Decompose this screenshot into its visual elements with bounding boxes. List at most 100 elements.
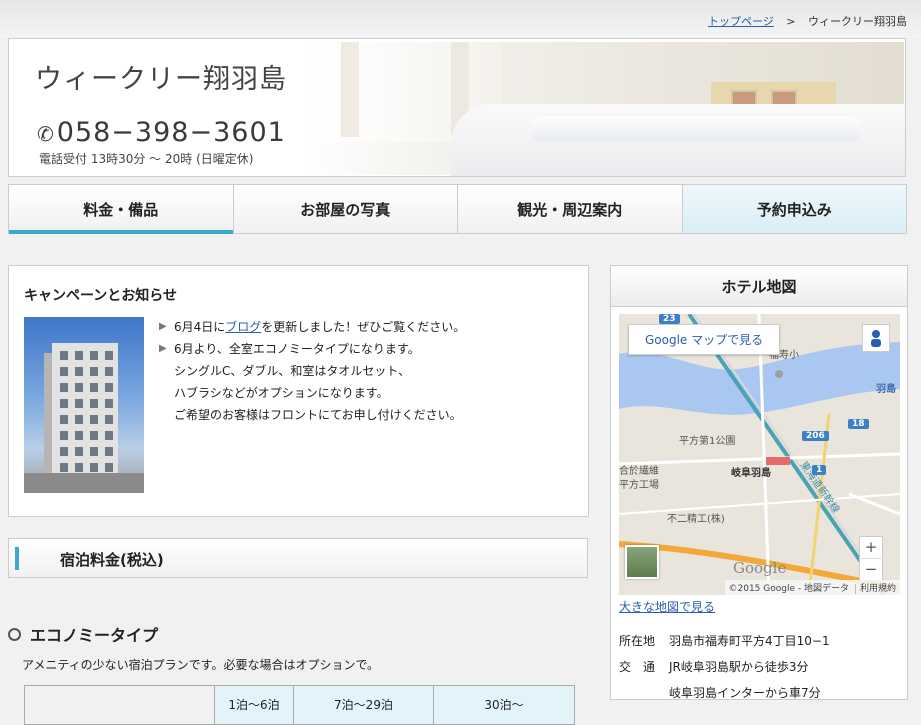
building-window [75, 447, 83, 456]
price-section-header: 宿泊料金(税込) [8, 538, 588, 578]
pegman-icon[interactable] [862, 324, 890, 352]
building-window [105, 351, 113, 360]
building-window [90, 383, 98, 392]
route-shield: 23 [659, 314, 680, 324]
header-banner: ウィークリー翔羽島 ✆058−398−3601 電話受付 13時30分 ～ 20… [8, 38, 906, 177]
news-title: キャンペーンとお知らせ [24, 288, 178, 304]
building-window [90, 399, 98, 408]
zoom-in-button[interactable]: + [860, 537, 882, 558]
top-bar: トップページ > ウィークリー翔羽島 [0, 0, 921, 38]
building-window [60, 399, 68, 408]
triangle-right-icon: ▶ [159, 343, 167, 354]
street-view-thumbnail[interactable] [625, 545, 659, 579]
news-item: ▶ 6月より、全室エコノミータイプになります。 [159, 338, 579, 360]
nav-item-room-photos[interactable]: お部屋の写真 [234, 185, 458, 233]
building-window [105, 367, 113, 376]
breadcrumb-current: ウィークリー翔羽島 [808, 15, 907, 28]
building-window [75, 367, 83, 376]
news-item: ▶ 6月4日にブログを更新しました！ぜひご覧ください。 [159, 316, 579, 338]
building-window [75, 351, 83, 360]
table-header-row: 1泊～6泊 7泊～29泊 30泊～ [24, 685, 575, 725]
hotel-title: ウィークリー翔羽島 [35, 64, 287, 95]
building-window [105, 415, 113, 424]
map-zoom-control: + − [859, 536, 883, 581]
building-window [60, 463, 68, 472]
building-window [60, 351, 68, 360]
building-window [105, 463, 113, 472]
table-header-cell: 7泊～29泊 [293, 685, 434, 725]
map-label-company: 不二精工(株) [667, 514, 725, 525]
zoom-out-button[interactable]: − [860, 558, 882, 580]
map-title: ホテル地図 [611, 266, 907, 307]
news-list: ▶ 6月4日にブログを更新しました！ぜひご覧ください。 ▶ 6月より、全室エコノ… [159, 316, 579, 426]
map-attribution: ©2015 Google - 地図データ 利用規約 [724, 580, 900, 595]
hotel-map-panel: ホテル地図 福寿小 平方第1公園 岐阜羽島 不二精工(株) 合於繊維 平方工場 … [610, 265, 908, 700]
building-window [75, 383, 83, 392]
route-shield: 1 [812, 465, 827, 475]
phone-hours: 電話受付 13時30分 ～ 20時 (日曜定休) [39, 152, 254, 166]
large-map-link[interactable]: 大きな地図で見る [619, 598, 715, 615]
phone-number[interactable]: ✆058−398−3601 [37, 117, 286, 148]
nav-item-reservation[interactable]: 予約申込み [682, 185, 906, 233]
price-table: 1泊～6泊 7泊～29泊 30泊～ [24, 685, 575, 725]
building-window [60, 431, 68, 440]
news-item-continued: ご希望のお客様はフロントにてお申し付けください。 [174, 408, 462, 422]
building-window [105, 383, 113, 392]
building-window [90, 351, 98, 360]
blog-link[interactable]: ブログ [225, 320, 261, 334]
bedroom-photo [301, 42, 905, 176]
building-window [90, 463, 98, 472]
building-window [90, 367, 98, 376]
building-window [90, 431, 98, 440]
access-row: 岐阜羽島インターから車7分 [669, 686, 821, 700]
building-window [75, 415, 83, 424]
building-window [105, 447, 113, 456]
map-canvas [619, 314, 900, 595]
map-label-factory: 合於繊維 [619, 466, 659, 477]
table-header-cell [24, 685, 215, 725]
phone-icon: ✆ [37, 122, 55, 146]
hotel-address: 所在地 羽島市福寿町平方4丁目10−1 交 通 JR岐阜羽島駅から徒歩3分 岐阜羽島… [619, 628, 830, 706]
circle-bullet-icon [8, 627, 21, 641]
address-row: 所在地 羽島市福寿町平方4丁目10−1 [619, 634, 830, 648]
breadcrumb: トップページ > ウィークリー翔羽島 [708, 13, 907, 29]
main-nav: 料金・備品 お部屋の写真 観光・周辺案内 予約申込み [8, 184, 907, 234]
accent-bar [15, 547, 19, 570]
building-window [60, 447, 68, 456]
building-photo [24, 317, 144, 493]
triangle-right-icon: ▶ [159, 321, 167, 332]
map-label-hashima: 羽島 [876, 384, 896, 395]
route-shield: 206 [802, 431, 829, 441]
economy-type-title: エコノミータイプ [8, 622, 158, 646]
building-window [90, 447, 98, 456]
news-item-continued: ハブラシなどがオプションになります。 [174, 386, 389, 400]
news-item-continued: シングルC、ダブル、和室はタオルセット、 [174, 364, 411, 378]
building-window [60, 383, 68, 392]
building-window [90, 415, 98, 424]
access-row: 交 通 JR岐阜羽島駅から徒歩3分 [619, 660, 809, 674]
route-shield: 18 [848, 419, 869, 429]
building-window [75, 399, 83, 408]
terms-link[interactable]: 利用規約 [854, 584, 896, 594]
building-window [60, 367, 68, 376]
nav-item-sightseeing[interactable]: 観光・周辺案内 [458, 185, 683, 233]
economy-type-description: アメニティの少ない宿泊プランです。必要な場合はオプションで。 [22, 658, 380, 672]
google-map[interactable]: 福寿小 平方第1公園 岐阜羽島 不二精工(株) 合於繊維 平方工場 福寿 羽島 … [619, 314, 900, 595]
breadcrumb-home-link[interactable]: トップページ [708, 15, 774, 28]
bed [451, 104, 905, 176]
breadcrumb-separator: > [786, 15, 796, 28]
map-label-factory2: 平方工場 [619, 480, 659, 491]
map-label-park: 平方第1公園 [679, 436, 736, 447]
table-header-cell: 30泊～ [433, 685, 575, 725]
price-heading: 宿泊料金(税込) [60, 551, 164, 569]
view-in-google-maps-button[interactable]: Google マップで見る [628, 324, 781, 355]
building-window [105, 399, 113, 408]
nav-item-pricing[interactable]: 料金・備品 [9, 185, 234, 234]
building-window [105, 431, 113, 440]
campaign-news-panel: キャンペーンとお知らせ ▶ 6月4日にブログを更新しました！ぜひご覧ください。 … [8, 265, 589, 517]
building-window [60, 415, 68, 424]
google-logo: Google [733, 559, 787, 577]
table-header-cell: 1泊～6泊 [214, 685, 294, 725]
map-label-station: 岐阜羽島 [731, 468, 771, 479]
building-window [75, 463, 83, 472]
